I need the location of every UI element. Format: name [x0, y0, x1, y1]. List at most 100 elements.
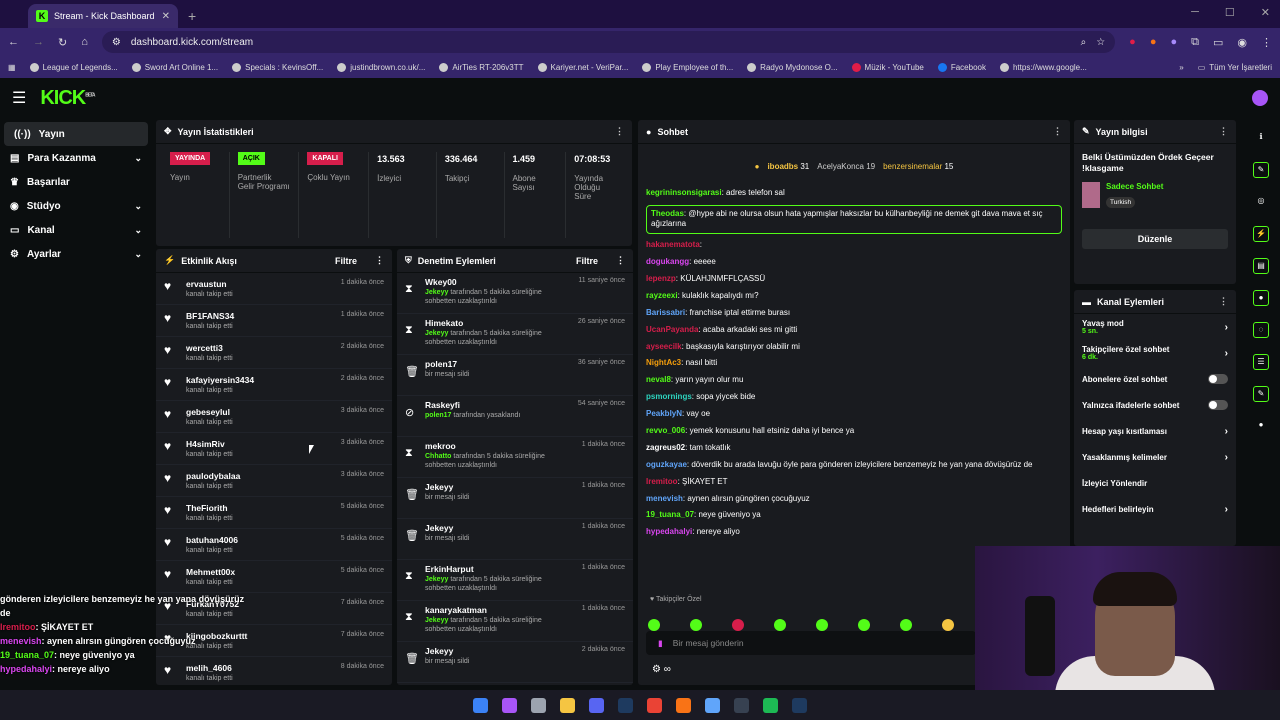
chat-message[interactable]: revvo_006: yemek konusunu hall etsiniz d…: [646, 426, 1062, 436]
more-options-icon[interactable]: ⋮: [615, 126, 624, 137]
activity-item[interactable]: ♥ gebeseylul kanalı takip etti 3 dakika önc…: [156, 401, 392, 433]
wrench-icon[interactable]: ✎: [1253, 386, 1269, 402]
channel-action-item[interactable]: Yalnızca ifadelerle sohbet: [1074, 392, 1236, 418]
category-name[interactable]: Sadece Sohbet: [1106, 182, 1163, 191]
moderation-item[interactable]: 🗑 polen17 bir mesajı sildi 36 saniye önce: [397, 355, 633, 396]
activity-item[interactable]: ♥ wercetti3 kanalı takip etti 2 dakika önce: [156, 337, 392, 369]
user-avatar[interactable]: [1252, 90, 1268, 106]
chat-message[interactable]: UcanPayanda: acaba arkadaki ses mi gitti: [646, 325, 1062, 335]
emote-icon[interactable]: [942, 619, 954, 631]
bookmark-item[interactable]: Radyo Mydonose O...: [747, 62, 838, 72]
chat-username[interactable]: hypedahalyi: [646, 527, 692, 536]
bookmarks-overflow-icon[interactable]: »: [1179, 63, 1183, 72]
chat-message[interactable]: ayseecilk: başkasıyla karıştırıyor olabi…: [646, 342, 1062, 352]
activity-item[interactable]: ♥ Mehmett00x kanalı takip etti 5 dakika önc…: [156, 561, 392, 593]
bookmark-item[interactable]: https://www.google...: [999, 62, 1087, 72]
info-icon[interactable]: ℹ: [1253, 130, 1269, 146]
chat-username[interactable]: dogukangg: [646, 257, 689, 266]
list-icon[interactable]: ☰: [1253, 354, 1269, 370]
forward-icon[interactable]: →: [33, 36, 44, 48]
zoom-icon[interactable]: ⌕: [1081, 37, 1087, 48]
bookmark-item[interactable]: justindbrown.co.uk/...: [337, 62, 425, 72]
sidebar-item-yayin[interactable]: ((·)) Yayın: [4, 122, 148, 146]
moderation-item[interactable]: ⧗ Himekato Jekeyy tarafından 5 dakika süre…: [397, 314, 633, 355]
moderation-item[interactable]: ⧗ kanaryakatman Jekeyy tarafından 5 dakika…: [397, 601, 633, 642]
new-tab-icon[interactable]: +: [188, 8, 196, 24]
extensions-puzzle-icon[interactable]: ⧉: [1191, 36, 1199, 49]
emote-icon[interactable]: [858, 619, 870, 631]
more-options-icon[interactable]: ⋮: [375, 255, 384, 266]
chat-username[interactable]: Theodas: [651, 209, 684, 218]
chat-username[interactable]: kegrininsonsigarasi: [646, 188, 722, 197]
bookmark-item[interactable]: AirTies RT-206v3TT: [439, 62, 524, 72]
toggle-switch[interactable]: [1208, 400, 1228, 410]
chat-message[interactable]: 19_tuana_07: neye güveniyo ya: [646, 510, 1062, 520]
apps-grid-icon[interactable]: ▦: [8, 63, 16, 72]
extension-icon[interactable]: ●: [1129, 36, 1136, 48]
close-tab-icon[interactable]: ✕: [162, 11, 170, 22]
activity-item[interactable]: ♥ ervaustun kanalı takip etti 1 dakika önce: [156, 273, 392, 305]
home-icon[interactable]: ⌂: [81, 36, 88, 48]
chat-message[interactable]: hypedahalyi: nereye aliyo: [646, 527, 1062, 537]
chat-username[interactable]: revvo_006: [646, 426, 685, 435]
moderation-item[interactable]: 🗑Jekeyy bir mesajı sildi2 dakika önce: [397, 642, 633, 683]
filter-button[interactable]: Filtre: [335, 256, 357, 266]
bookmark-item[interactable]: Sword Art Online 1...: [131, 62, 218, 72]
more-options-icon[interactable]: ⋮: [616, 255, 625, 266]
mic-icon[interactable]: ▮: [658, 638, 663, 649]
moderation-item[interactable]: 🗑Jekeyy bir mesajı sildi2 dakika önce: [397, 683, 633, 685]
bookmark-item[interactable]: Play Employee of th...: [642, 62, 733, 72]
obs-icon[interactable]: [734, 697, 749, 713]
chat-bubble-icon[interactable]: ●: [1253, 290, 1269, 306]
broadcast-icon[interactable]: ◌: [1253, 322, 1269, 338]
chat-username[interactable]: NightAc3: [646, 358, 681, 367]
emote-icon[interactable]: [648, 619, 660, 631]
sidebar-item-para-kazanma[interactable]: ▤ Para Kazanma ⌄: [0, 146, 152, 170]
chat-username[interactable]: hakanematota: [646, 240, 700, 249]
app-icon[interactable]: [676, 697, 691, 713]
chat-username[interactable]: oguzkayae: [646, 460, 687, 469]
steam-icon[interactable]: [618, 697, 633, 713]
chat-username[interactable]: Iremitoo: [646, 477, 678, 486]
steam-icon[interactable]: [792, 697, 807, 713]
chat-message[interactable]: hakanematota:: [646, 240, 1062, 250]
document-icon[interactable]: ▤: [1253, 258, 1269, 274]
channel-action-item[interactable]: Hesap yaşı kısıtlaması ›: [1074, 418, 1236, 444]
activity-item[interactable]: ♥ BF1FANS34 kanalı takip etti 1 dakika önce: [156, 305, 392, 337]
activity-item[interactable]: ♥ batuhan4006 kanalı takip etti 5 dakika ön…: [156, 529, 392, 561]
channel-action-item[interactable]: Yasaklanmış kelimeler ›: [1074, 444, 1236, 470]
activity-item[interactable]: ♥ paulodybalaa kanalı takip etti 3 dakika ö…: [156, 465, 392, 497]
moderation-item[interactable]: ⧗ Wkey00 Jekeyy tarafından 5 dakika süreli…: [397, 273, 633, 314]
chat-message[interactable]: menevish: aynen alırsın güngören çocuğuy…: [646, 494, 1062, 504]
maximize-icon[interactable]: ☐: [1225, 6, 1235, 19]
sidebar-item-studyo[interactable]: ◉ Stüdyo ⌄: [0, 194, 152, 218]
browser-menu-icon[interactable]: ⋮: [1261, 36, 1272, 49]
chat-settings-icon[interactable]: ⚙ ∞: [652, 664, 671, 675]
chat-message[interactable]: zagreus02: tam tokatlık: [646, 443, 1062, 453]
chat-message[interactable]: psmornings: sopa yiycek bide: [646, 392, 1062, 402]
site-info-icon[interactable]: ⚙: [112, 37, 121, 48]
target-icon[interactable]: ◎: [1253, 194, 1269, 210]
emote-icon[interactable]: [774, 619, 786, 631]
moderation-item[interactable]: ⧗ mekroo Chhatto tarafından 5 dakika sürel…: [397, 437, 633, 478]
more-options-icon[interactable]: ⋮: [1219, 296, 1228, 307]
chat-message[interactable]: dogukangg: eeeee: [646, 257, 1062, 267]
sidepanel-icon[interactable]: ▭: [1213, 36, 1223, 49]
activity-item[interactable]: ♥ H4simRiv kanalı takip etti 3 dakika önce: [156, 433, 392, 465]
chat-message[interactable]: Iremitoo: ŞİKAYET ET: [646, 477, 1062, 487]
chat-message[interactable]: oguzkayae: döverdik bu arada lavuğu öyle…: [646, 460, 1062, 470]
chat-username[interactable]: menevish: [646, 494, 683, 503]
minimize-icon[interactable]: ─: [1191, 6, 1199, 19]
moderation-item[interactable]: 🗑 Jekeyy bir mesajı sildi 1 dakika önce: [397, 478, 633, 519]
spotify-icon[interactable]: [763, 697, 778, 713]
chat-username[interactable]: UcanPayanda: [646, 325, 698, 334]
channel-action-item[interactable]: Hedefleri belirleyin ›: [1074, 496, 1236, 522]
moderation-item[interactable]: ⊘ Raskeyfi polen17 tarafından yasaklandı 54…: [397, 396, 633, 437]
calendar-icon[interactable]: [531, 697, 546, 713]
photos-icon[interactable]: [705, 697, 720, 713]
back-icon[interactable]: ←: [8, 36, 19, 48]
bookmark-item[interactable]: Facebook: [937, 62, 986, 72]
emote-icon[interactable]: [900, 619, 912, 631]
bookmark-item[interactable]: Kariyer.net - VeriPar...: [537, 62, 628, 72]
all-bookmarks-folder[interactable]: ▭ Tüm Yer İşaretleri: [1198, 63, 1272, 72]
